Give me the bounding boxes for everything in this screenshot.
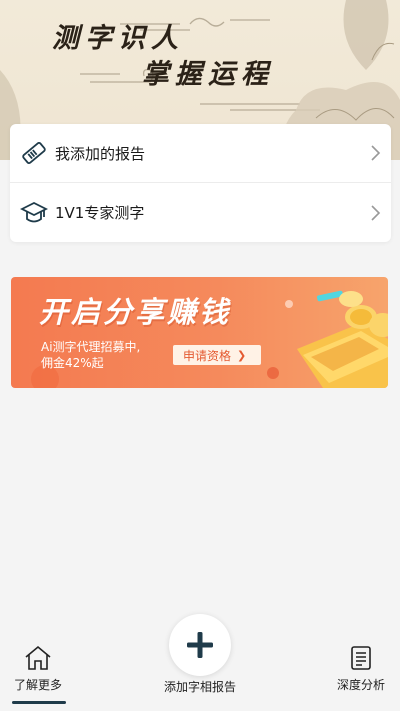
active-tab-indicator bbox=[12, 701, 66, 704]
chevron-right-icon bbox=[371, 145, 381, 161]
add-report-button[interactable] bbox=[169, 614, 231, 676]
graduation-cap-icon bbox=[20, 201, 48, 222]
banner-subtitle: Ai测字代理招募中, 佣金42%起 bbox=[41, 339, 181, 371]
menu-item-label: 1V1专家测字 bbox=[55, 204, 145, 222]
hero-title-line1: 测字识人 bbox=[52, 23, 184, 54]
home-icon bbox=[25, 645, 51, 670]
chevron-right-icon: ❯ bbox=[237, 348, 247, 362]
menu-item-label: 我添加的报告 bbox=[55, 144, 146, 163]
tab-deep-analysis[interactable]: 深度分析 bbox=[328, 644, 394, 693]
document-icon bbox=[351, 646, 371, 670]
ticket-icon bbox=[22, 142, 46, 164]
menu-item-expert-consult[interactable]: 1V1专家测字 bbox=[10, 183, 391, 242]
menu-card: 我添加的报告 1V1专家测字 bbox=[10, 124, 391, 242]
apply-button-label: 申请资格 bbox=[183, 348, 232, 363]
plus-icon bbox=[187, 632, 213, 658]
banner-subtitle-line2: 佣金42%起 bbox=[41, 356, 104, 370]
hero-title-line2: 掌握运程 bbox=[142, 59, 274, 90]
chevron-right-icon bbox=[371, 204, 381, 221]
apply-button[interactable]: 申请资格 ❯ bbox=[173, 345, 261, 365]
banner-title: 开启分享赚钱 bbox=[39, 295, 232, 329]
tab-label: 添加字相报告 bbox=[163, 680, 236, 694]
banner-subtitle-line1: Ai测字代理招募中, bbox=[41, 340, 141, 354]
tab-add-report[interactable]: 添加字相报告 bbox=[150, 678, 250, 695]
menu-item-my-reports[interactable]: 我添加的报告 bbox=[10, 124, 391, 183]
promo-banner[interactable]: 开启分享赚钱 Ai测字代理招募中, 佣金42%起 申请资格 ❯ bbox=[11, 277, 388, 388]
tab-learn-more[interactable]: 了解更多 bbox=[6, 644, 70, 693]
tab-label: 深度分析 bbox=[336, 678, 385, 692]
tab-label: 了解更多 bbox=[13, 678, 62, 692]
